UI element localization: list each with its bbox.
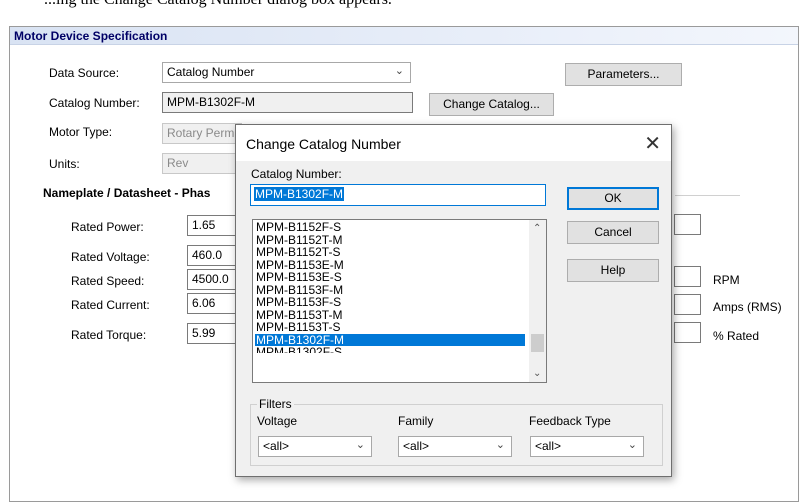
rated-current-unit: Amps (RMS) bbox=[713, 300, 782, 314]
dialog-title: Change Catalog Number bbox=[246, 136, 401, 152]
caption-text: ...ing the Change Catalog Number dialog … bbox=[44, 0, 392, 9]
rated-torque-field[interactable]: 5.99 bbox=[187, 323, 239, 344]
catalog-list[interactable]: MPM-B1152F-S MPM-B1152T-M MPM-B1152T-S M… bbox=[252, 219, 547, 383]
cancel-button[interactable]: Cancel bbox=[567, 221, 659, 244]
rated-torque-unit: % Rated bbox=[713, 329, 760, 343]
feedback-type-dropdown[interactable]: <all> ⌄ bbox=[530, 436, 644, 457]
data-source-dropdown[interactable]: Catalog Number ⌄ bbox=[162, 62, 411, 83]
caption-strip: ...ing the Change Catalog Number dialog … bbox=[0, 0, 801, 18]
filters-groupbox: Filters Voltage Family Feedback Type <al… bbox=[250, 397, 663, 466]
list-item[interactable]: MPM-B1152T-S bbox=[255, 246, 525, 259]
dialog-catalog-number-label: Catalog Number: bbox=[251, 167, 342, 181]
section-header: Motor Device Specification bbox=[10, 27, 798, 45]
data-source-value: Catalog Number bbox=[167, 65, 255, 79]
rated-speed-field-right[interactable] bbox=[674, 266, 701, 287]
dialog-catalog-number-input[interactable]: MPM-B1302F-M bbox=[250, 184, 546, 206]
rated-torque-label: Rated Torque: bbox=[71, 328, 147, 342]
rated-power-label: Rated Power: bbox=[71, 220, 144, 234]
section-title: Motor Device Specification bbox=[14, 29, 168, 43]
rated-voltage-label: Rated Voltage: bbox=[71, 250, 150, 264]
data-source-label: Data Source: bbox=[49, 66, 120, 80]
family-dropdown[interactable]: <all> ⌄ bbox=[398, 436, 512, 457]
ok-button[interactable]: OK bbox=[567, 187, 659, 210]
rated-speed-label: Rated Speed: bbox=[71, 274, 145, 288]
list-item[interactable]: MPM-B1152F-S bbox=[255, 221, 525, 234]
list-item-selected[interactable]: MPM-B1302F-M bbox=[255, 333, 525, 346]
voltage-dropdown[interactable]: <all> ⌄ bbox=[258, 436, 372, 457]
parameters-button[interactable]: Parameters... bbox=[565, 63, 682, 86]
voltage-label: Voltage bbox=[257, 414, 298, 428]
list-item[interactable]: MPM-B1153F-S bbox=[255, 296, 525, 309]
scrollbar-thumb[interactable] bbox=[531, 334, 544, 352]
close-icon[interactable]: ✕ bbox=[644, 131, 661, 156]
list-item[interactable]: MPM-B1302F-S bbox=[255, 346, 525, 353]
rated-power-field[interactable]: 1.65 bbox=[187, 215, 239, 236]
chevron-down-icon: ⌄ bbox=[355, 439, 365, 451]
feedback-type-label: Feedback Type bbox=[529, 414, 611, 428]
dialog-catalog-number-selected-text: MPM-B1302F-M bbox=[254, 187, 345, 201]
help-button[interactable]: Help bbox=[567, 259, 659, 282]
motor-type-field: Rotary Perm bbox=[162, 123, 242, 144]
rated-voltage-field[interactable]: 460.0 bbox=[187, 245, 239, 266]
rated-speed-unit: RPM bbox=[713, 273, 740, 287]
family-value: <all> bbox=[403, 439, 430, 453]
rated-current-field-right[interactable] bbox=[674, 294, 701, 315]
rated-current-field[interactable]: 6.06 bbox=[187, 293, 239, 314]
units-field: Rev bbox=[162, 153, 242, 174]
change-catalog-button[interactable]: Change Catalog... bbox=[429, 93, 554, 116]
rated-power-field-right[interactable] bbox=[674, 214, 701, 235]
chevron-down-icon[interactable]: ⌄ bbox=[533, 368, 541, 379]
rated-speed-field[interactable]: 4500.0 bbox=[187, 269, 239, 290]
list-scrollbar[interactable]: ⌃ ⌄ bbox=[529, 220, 546, 382]
nameplate-section-title: Nameplate / Datasheet - Phas bbox=[43, 186, 211, 200]
voltage-value: <all> bbox=[263, 439, 290, 453]
motor-type-label: Motor Type: bbox=[49, 125, 113, 139]
family-label: Family bbox=[398, 414, 434, 428]
chevron-down-icon: ⌄ bbox=[627, 439, 637, 451]
rated-torque-field-right[interactable] bbox=[674, 322, 701, 343]
change-catalog-dialog: Change Catalog Number ✕ Catalog Number: … bbox=[235, 124, 672, 477]
chevron-down-icon: ⌄ bbox=[394, 65, 404, 77]
list-item[interactable]: MPM-B1153T-S bbox=[255, 321, 525, 334]
section-divider bbox=[675, 195, 740, 196]
chevron-up-icon[interactable]: ⌃ bbox=[533, 223, 541, 234]
catalog-number-label: Catalog Number: bbox=[49, 96, 140, 110]
catalog-number-field[interactable]: MPM-B1302F-M bbox=[162, 92, 413, 113]
list-item[interactable]: MPM-B1153E-S bbox=[255, 271, 525, 284]
units-label: Units: bbox=[49, 157, 80, 171]
feedback-type-value: <all> bbox=[535, 439, 562, 453]
dialog-titlebar: Change Catalog Number ✕ bbox=[236, 125, 671, 161]
filters-title: Filters bbox=[257, 397, 294, 411]
rated-current-label: Rated Current: bbox=[71, 298, 150, 312]
chevron-down-icon: ⌄ bbox=[495, 439, 505, 451]
